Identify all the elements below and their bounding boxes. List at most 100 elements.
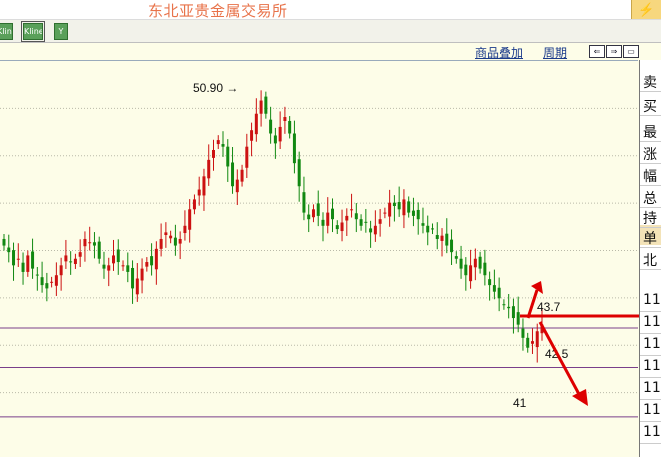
candle-body (430, 228, 434, 230)
candle-body (231, 162, 235, 187)
candle-body (154, 248, 158, 270)
quote-row-divider (640, 141, 661, 142)
candle-body (31, 251, 35, 269)
candle-body (392, 202, 396, 207)
candle-body (40, 277, 44, 286)
candle-body (259, 100, 263, 114)
candle-body (507, 306, 511, 309)
candle-body (283, 117, 287, 121)
quote-row-divider (640, 185, 661, 186)
candle-body (121, 265, 125, 267)
candle-body (192, 199, 196, 210)
candle-body (12, 250, 16, 266)
candle-body (483, 262, 487, 276)
candle-body (164, 232, 168, 236)
candle-body (354, 213, 358, 220)
candle-body (211, 149, 215, 158)
candle-body (173, 237, 177, 246)
candle-body (464, 264, 468, 276)
quote-row-divider (640, 377, 661, 378)
candle-body (526, 337, 530, 348)
candle-body (59, 265, 63, 276)
candle-body (169, 235, 173, 239)
candle-body (469, 265, 473, 282)
candle-body (183, 225, 187, 234)
candle-body (112, 255, 116, 264)
candle-body (530, 341, 534, 344)
candle-body (421, 223, 425, 226)
candle-body (378, 219, 382, 224)
quote-row: 总 (643, 191, 657, 207)
quote-row: 最 (643, 125, 657, 141)
candle-body (202, 176, 206, 196)
candle-body (521, 328, 525, 338)
candle-body (321, 219, 325, 226)
candle-body (178, 238, 182, 244)
candle-body (416, 209, 420, 220)
candle-body (216, 140, 220, 145)
quote-row-divider (640, 333, 661, 334)
quote-row-divider (640, 115, 661, 116)
candle-body (140, 268, 144, 281)
level-41-label: 41 (513, 396, 527, 410)
red-up-arrow (526, 289, 539, 319)
candle-body (292, 133, 296, 164)
candle-body (359, 219, 363, 226)
candle-body (473, 258, 477, 268)
quote-row-divider (640, 355, 661, 356)
candle-body (350, 209, 354, 211)
candle-body (21, 262, 25, 272)
candle-body (26, 255, 30, 272)
candle-body (426, 225, 430, 233)
candle-body (145, 262, 149, 267)
quote-row-divider (640, 443, 661, 444)
candle-body (197, 189, 201, 196)
candle-body (497, 287, 501, 299)
candle-body (511, 306, 515, 319)
candle-body (102, 264, 106, 269)
candle-body (150, 256, 154, 266)
quote-row: 11 (643, 424, 661, 440)
candle-body (411, 210, 415, 216)
candle-body (316, 203, 320, 216)
candle-body (264, 96, 268, 114)
candle-body (478, 256, 482, 269)
candle-body (69, 261, 73, 263)
candle-body (78, 252, 82, 257)
candle-body (383, 212, 387, 214)
candle-body (345, 215, 349, 221)
red-down-arrowhead (572, 389, 588, 406)
candle-body (250, 130, 254, 141)
candlestick-chart: 50.90 →43.742.541 (0, 81, 645, 418)
candle-body (440, 235, 444, 241)
candle-body (492, 285, 496, 292)
quote-row: 11 (643, 380, 661, 396)
level-43-7-label: 43.7 (537, 300, 561, 314)
candle-body (54, 275, 58, 286)
quote-row: 幅 (643, 169, 657, 185)
candle-body (302, 192, 306, 213)
quote-row-divider (640, 163, 661, 164)
quote-panel: 卖买最涨幅总持单北 11 11 11 11 11 11 11 (639, 60, 661, 457)
quote-row: 涨 (643, 147, 657, 163)
candle-body (235, 179, 239, 193)
candle-body (307, 214, 311, 220)
quote-row-divider (640, 91, 661, 92)
quote-row: 11 (643, 402, 661, 418)
candle-body (516, 312, 520, 325)
candle-body (45, 283, 49, 289)
candle-body (221, 144, 225, 147)
quote-row-divider (640, 311, 661, 312)
candle-body (188, 209, 192, 230)
quote-row: 卖 (643, 75, 657, 91)
candle-body (88, 242, 92, 244)
high-price-label: 50.90 → (193, 81, 238, 95)
candle-body (254, 113, 258, 135)
candle-body (240, 169, 244, 182)
candle-body (388, 202, 392, 217)
candle-body (245, 146, 249, 168)
candle-body (402, 199, 406, 216)
candle-body (311, 209, 315, 218)
candle-body (502, 304, 506, 306)
candle-body (7, 247, 11, 253)
